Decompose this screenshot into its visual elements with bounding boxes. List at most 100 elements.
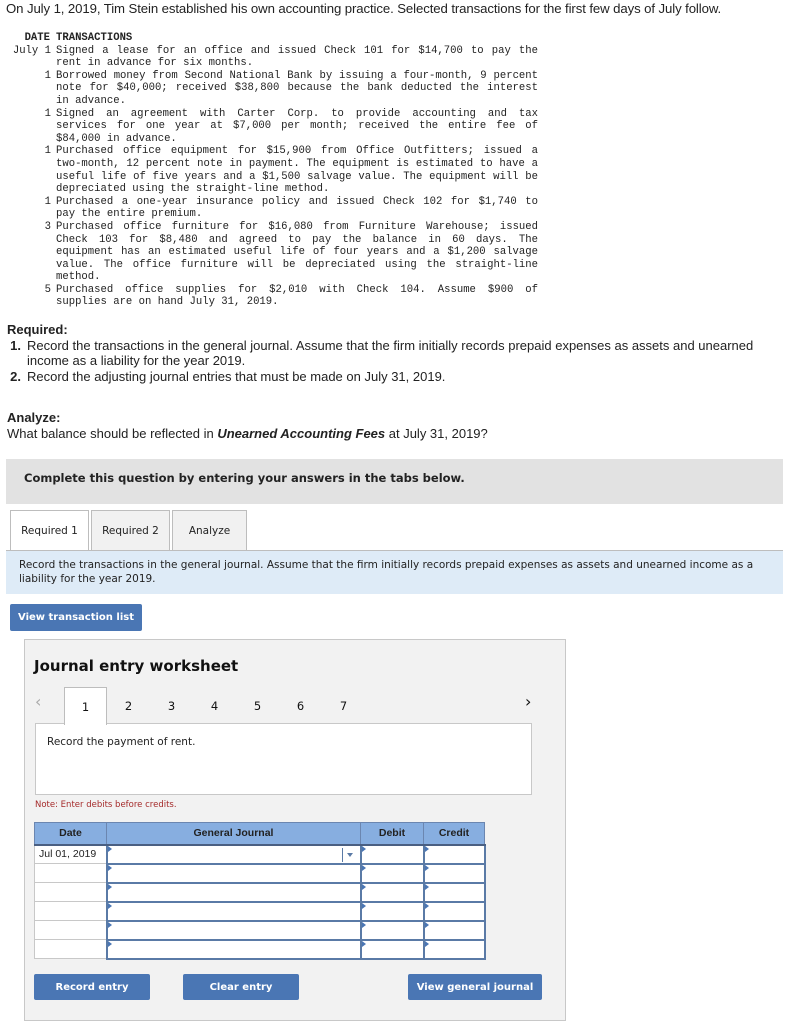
input-marker-icon <box>107 883 112 890</box>
debit-input[interactable] <box>359 881 425 903</box>
debit-input[interactable] <box>359 862 425 884</box>
tab-description-text: Record the transactions in the general j… <box>19 559 754 585</box>
analyze-section: Analyze: What balance should be reflecte… <box>7 410 488 442</box>
entry-page-1[interactable]: 1 <box>64 687 107 725</box>
input-marker-icon <box>361 902 366 909</box>
input-marker-icon <box>424 883 429 890</box>
input-marker-icon <box>424 845 429 852</box>
transaction-text: Signed an agreement with Carter Corp. to… <box>56 107 538 145</box>
entry-page-5[interactable]: 5 <box>236 687 279 724</box>
date-column-header: DATE <box>24 32 50 44</box>
account-select[interactable] <box>105 919 362 941</box>
input-marker-icon <box>424 864 429 871</box>
chevron-left-icon[interactable]: ‹ <box>35 692 41 711</box>
chevron-right-icon[interactable]: › <box>525 692 531 711</box>
account-select[interactable] <box>105 843 362 865</box>
date-header: Date <box>34 822 107 846</box>
input-marker-icon <box>107 902 112 909</box>
transaction-row: 1 Borrowed money from Second National Ban… <box>8 70 538 108</box>
required-item-text: Record the adjusting journal entries tha… <box>27 368 446 384</box>
transaction-text: Borrowed money from Second National Bank… <box>56 69 538 107</box>
entry-prompt-box: Record the payment of rent. <box>35 723 532 795</box>
dropdown-arrow-icon[interactable] <box>341 847 356 862</box>
entry-page-4[interactable]: 4 <box>193 687 236 724</box>
table-row: Jul 01, 2019 <box>34 843 486 865</box>
journal-entry-worksheet: Journal entry worksheet ‹ 1 2 3 4 5 6 7 … <box>24 639 566 1021</box>
input-marker-icon <box>361 940 366 947</box>
credit-input[interactable] <box>422 938 486 960</box>
input-marker-icon <box>107 845 112 852</box>
transaction-row: 5 Purchased office supplies for $2,010 wi… <box>8 284 538 309</box>
analyze-account-name: Unearned Accounting Fees <box>217 426 386 441</box>
required-item: 1. Record the transactions in the general… <box>7 338 777 369</box>
account-select[interactable] <box>105 900 362 922</box>
credit-input[interactable] <box>422 919 486 941</box>
account-select[interactable] <box>105 938 362 960</box>
transaction-row: 1 Purchased office equipment for $15,900 … <box>8 145 538 195</box>
transaction-date: 1 <box>44 69 51 82</box>
input-marker-icon <box>361 864 366 871</box>
entry-date-cell <box>34 939 107 959</box>
table-row <box>34 881 486 903</box>
transactions-column-header: TRANSACTIONS <box>56 32 133 44</box>
question-tabs: Required 1 Required 2 Analyze <box>10 510 249 551</box>
entry-date-cell <box>34 863 107 883</box>
entry-date-cell <box>34 901 107 921</box>
required-item: 2. Record the adjusting journal entries t… <box>7 369 777 385</box>
transaction-row: July 1 Signed a lease for an office and i… <box>8 45 538 70</box>
input-marker-icon <box>361 921 366 928</box>
table-row <box>34 862 486 884</box>
entry-pager: ‹ 1 2 3 4 5 6 7 › <box>25 686 565 725</box>
debit-input[interactable] <box>359 900 425 922</box>
record-entry-button[interactable]: Record entry <box>34 974 150 1000</box>
credit-input[interactable] <box>422 881 486 903</box>
table-row <box>34 938 486 960</box>
credit-input[interactable] <box>422 900 486 922</box>
entry-page-7[interactable]: 7 <box>322 687 365 724</box>
analyze-question-text: What balance should be reflected in <box>7 426 218 441</box>
input-marker-icon <box>107 940 112 947</box>
debit-input[interactable] <box>359 919 425 941</box>
account-select[interactable] <box>105 881 362 903</box>
transaction-date: 3 <box>44 220 51 233</box>
input-marker-icon <box>424 940 429 947</box>
input-marker-icon <box>361 845 366 852</box>
view-general-journal-button[interactable]: View general journal <box>408 974 542 1000</box>
entry-page-6[interactable]: 6 <box>279 687 322 724</box>
entry-prompt-text: Record the payment of rent. <box>47 736 196 748</box>
input-marker-icon <box>424 902 429 909</box>
debit-input[interactable] <box>359 938 425 960</box>
entry-page-3[interactable]: 3 <box>150 687 193 724</box>
debit-input[interactable] <box>359 843 425 865</box>
worksheet-title: Journal entry worksheet <box>34 657 239 675</box>
transaction-row: 1 Signed an agreement with Carter Corp. t… <box>8 108 538 146</box>
tab-required-2[interactable]: Required 2 <box>91 510 170 550</box>
intro-text: On July 1, 2019, Tim Stein established h… <box>6 1 722 16</box>
input-marker-icon <box>424 921 429 928</box>
instructions-bar: Complete this question by entering your … <box>6 459 783 504</box>
table-row <box>34 919 486 941</box>
tab-required-1[interactable]: Required 1 <box>10 510 89 551</box>
transaction-date: 1 <box>44 145 51 158</box>
general-journal-header: General Journal <box>106 822 361 846</box>
journal-table-header: Date General Journal Debit Credit <box>34 822 485 846</box>
entry-date-cell: Jul 01, 2019 <box>34 844 107 864</box>
debits-note: Note: Enter debits before credits. <box>35 800 177 810</box>
entry-page-2[interactable]: 2 <box>107 687 150 724</box>
transaction-text: Purchased office supplies for $2,010 wit… <box>56 283 538 309</box>
credit-input[interactable] <box>422 843 486 865</box>
clear-entry-button[interactable]: Clear entry <box>183 974 299 1000</box>
journal-table: Date General Journal Debit Credit Jul 01… <box>34 822 486 960</box>
account-select[interactable] <box>105 862 362 884</box>
input-marker-icon <box>361 883 366 890</box>
tab-analyze[interactable]: Analyze <box>172 510 247 550</box>
view-transaction-list-button[interactable]: View transaction list <box>10 604 142 631</box>
transaction-text: Purchased a one-year insurance policy an… <box>56 195 538 221</box>
credit-input[interactable] <box>422 862 486 884</box>
table-row <box>34 900 486 922</box>
input-marker-icon <box>107 864 112 871</box>
transaction-text: Purchased office furniture for $16,080 f… <box>56 220 538 284</box>
entry-date-cell <box>34 882 107 902</box>
entry-date-cell <box>34 920 107 940</box>
transaction-date: July 1 <box>12 44 51 57</box>
